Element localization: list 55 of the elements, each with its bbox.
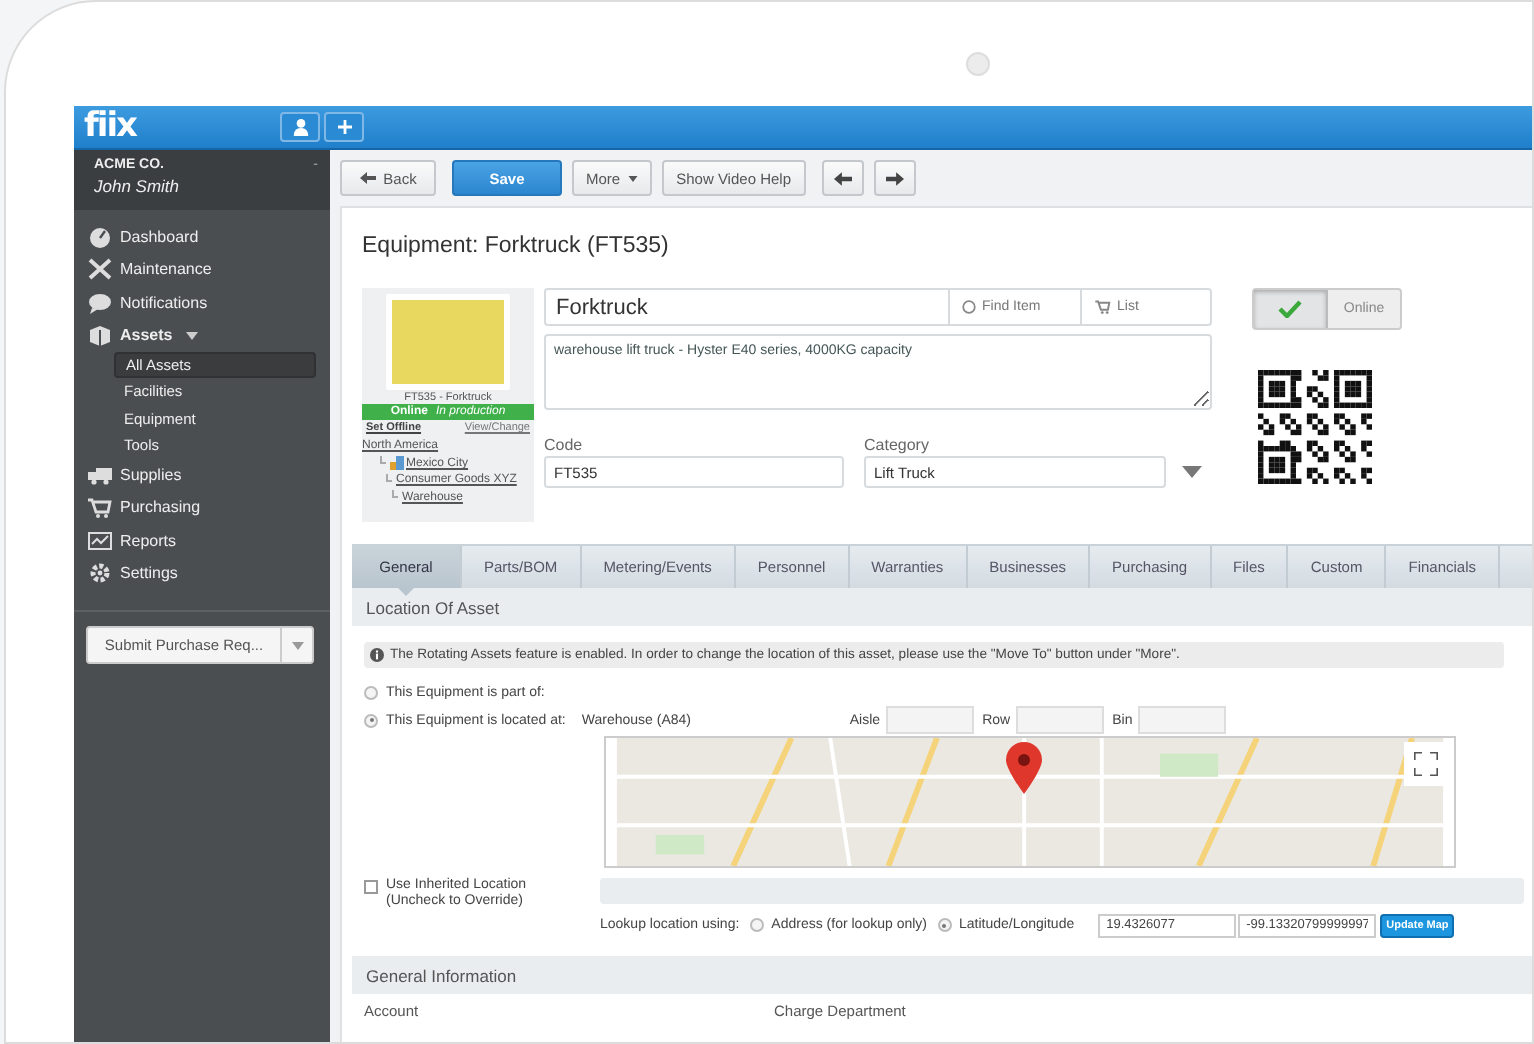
arrow-right-icon bbox=[885, 171, 903, 185]
caret-icon bbox=[291, 641, 303, 650]
sidebar-item[interactable]: Maintenance bbox=[74, 253, 330, 286]
nav-icon bbox=[88, 562, 112, 585]
info-icon bbox=[370, 648, 384, 662]
page-title: Equipment: Forktruck (FT535) bbox=[362, 234, 671, 258]
sidebar-item[interactable]: Supplies bbox=[74, 458, 330, 492]
row-input[interactable] bbox=[1016, 706, 1105, 734]
app-logo: fiix bbox=[84, 110, 137, 144]
sidebar-item[interactable]: Reports bbox=[74, 524, 330, 558]
building-icon bbox=[390, 456, 404, 471]
sidebar-item[interactable]: Purchasing bbox=[74, 491, 330, 525]
user-icon bbox=[291, 118, 310, 136]
section-title: General Information bbox=[366, 965, 517, 985]
aisle-input[interactable] bbox=[886, 706, 975, 734]
dropdown-caret-icon[interactable] bbox=[1182, 466, 1202, 478]
radio-button[interactable] bbox=[364, 713, 378, 727]
nav-icon bbox=[88, 496, 112, 519]
nav-icon bbox=[88, 529, 112, 552]
cart-icon bbox=[1093, 300, 1111, 314]
checkmark-icon bbox=[1278, 300, 1302, 318]
map-pin-icon bbox=[1006, 742, 1042, 794]
nav-icon bbox=[88, 463, 112, 486]
arrow-left-icon bbox=[833, 171, 851, 185]
camera-dot bbox=[966, 52, 990, 76]
nav-icon bbox=[88, 225, 112, 248]
circle-icon bbox=[962, 300, 976, 314]
code-label: Code bbox=[544, 436, 585, 456]
sidebar-item[interactable]: Assets bbox=[74, 319, 330, 352]
user-button[interactable] bbox=[280, 112, 321, 142]
plus-icon bbox=[337, 120, 352, 134]
caret-icon bbox=[628, 175, 639, 181]
sidebar-item[interactable]: Settings bbox=[74, 557, 330, 591]
name-input[interactable]: Forktruck bbox=[544, 288, 950, 326]
fullscreen-button[interactable] bbox=[1404, 742, 1448, 786]
checkbox[interactable] bbox=[364, 880, 378, 894]
radio-button[interactable] bbox=[749, 918, 764, 932]
category-label: Category bbox=[864, 436, 931, 456]
user-name: John Smith bbox=[94, 176, 180, 196]
sidebar-item[interactable]: Notifications bbox=[74, 286, 330, 319]
radio-button[interactable] bbox=[364, 685, 378, 699]
bin-input[interactable] bbox=[1138, 706, 1227, 734]
fullscreen-icon bbox=[1414, 752, 1438, 776]
nav-icon bbox=[88, 291, 112, 314]
arrow-left-icon bbox=[359, 172, 376, 184]
qr-code-icon bbox=[1258, 370, 1372, 484]
section-title: Location Of Asset bbox=[366, 597, 500, 617]
next-button[interactable] bbox=[873, 160, 915, 196]
sidebar-item[interactable]: Dashboard bbox=[74, 220, 330, 253]
radio-button[interactable] bbox=[937, 918, 951, 932]
previous-button[interactable] bbox=[821, 160, 863, 196]
nav-icon bbox=[88, 258, 112, 281]
nav-icon bbox=[88, 324, 112, 347]
add-button[interactable] bbox=[324, 112, 365, 142]
photo-placeholder bbox=[386, 294, 510, 390]
